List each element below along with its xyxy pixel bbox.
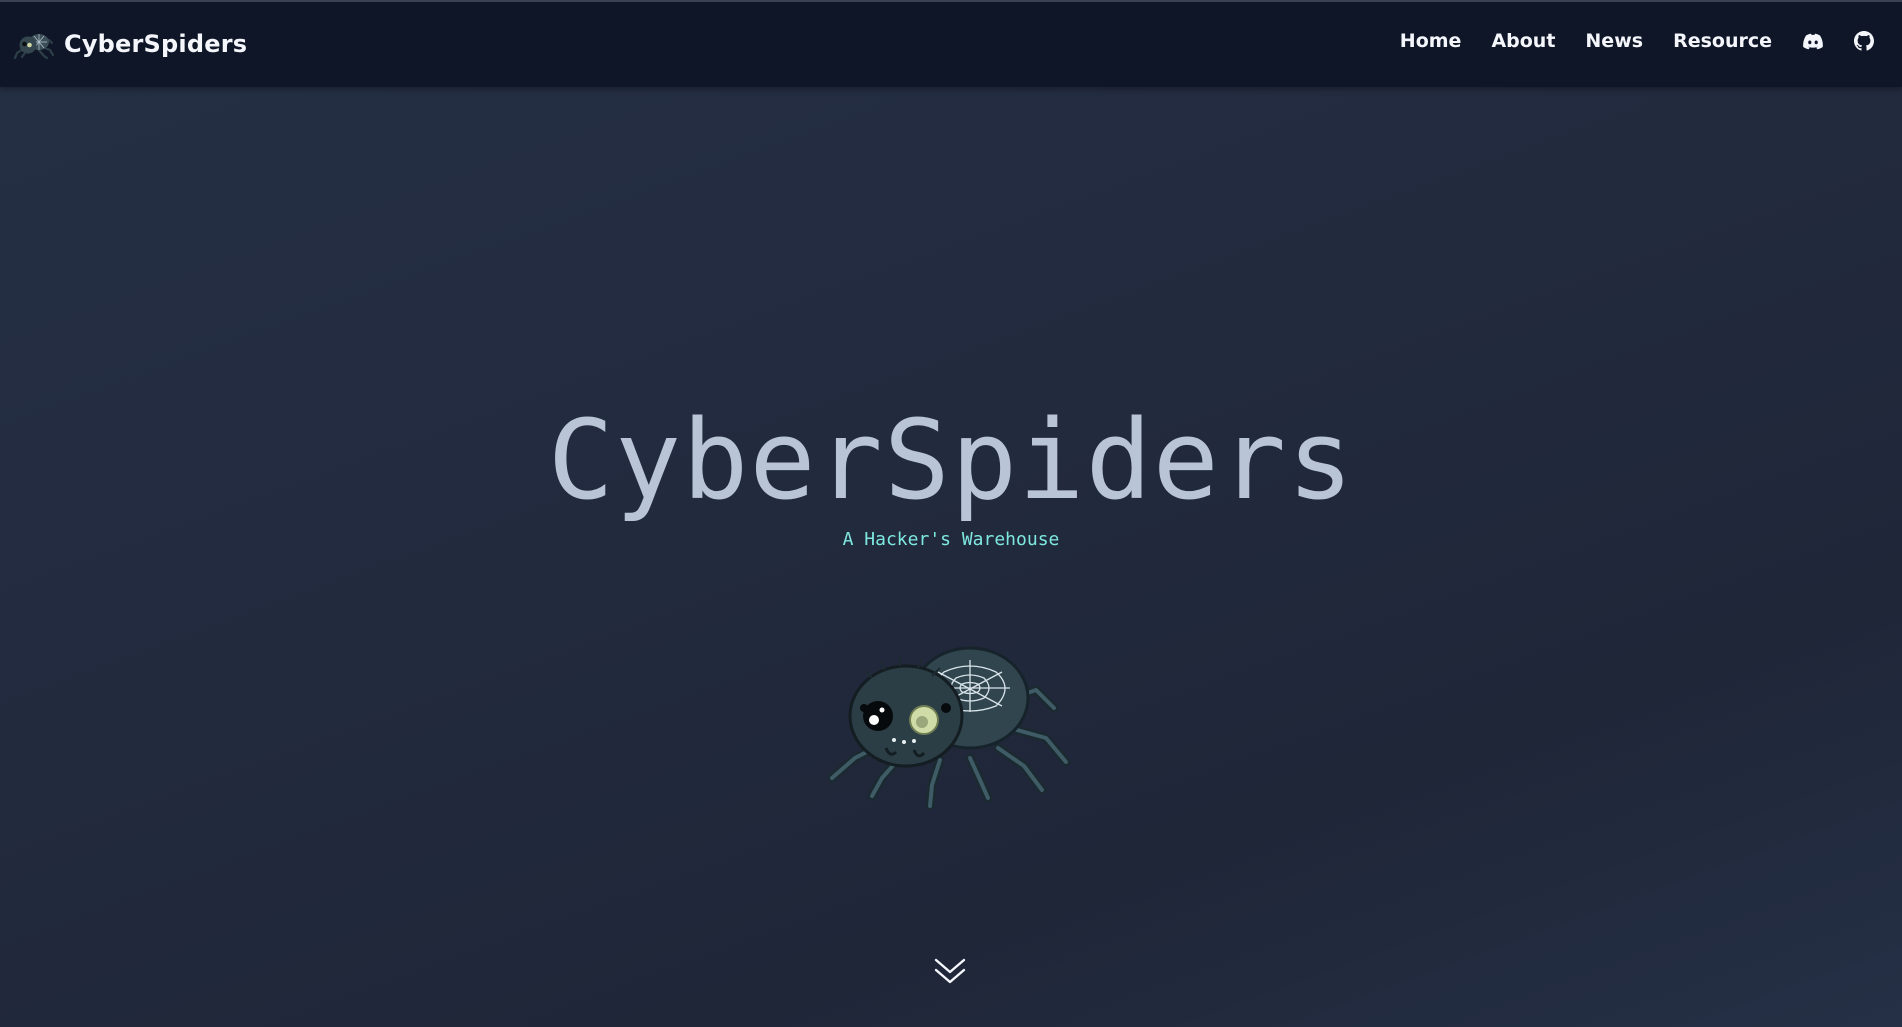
- spider-mascot-illustration: [827, 646, 1071, 810]
- nav-about[interactable]: About: [1491, 29, 1555, 53]
- page: CyberSpiders Home About News Resource Cy…: [0, 0, 1902, 1027]
- hero-title: CyberSpiders: [547, 396, 1355, 524]
- nav-resource[interactable]: Resource: [1673, 29, 1772, 53]
- spider-logo-icon: [14, 34, 54, 60]
- top-navbar: CyberSpiders Home About News Resource: [0, 0, 1902, 87]
- double-chevron-down-icon[interactable]: [930, 954, 970, 988]
- hero-subtitle: A Hacker's Warehouse: [842, 529, 1060, 550]
- main-nav: Home About News Resource: [1400, 29, 1874, 53]
- discord-icon[interactable]: [1802, 32, 1824, 50]
- github-icon[interactable]: [1854, 31, 1874, 51]
- brand-link[interactable]: CyberSpiders: [14, 28, 247, 60]
- nav-news[interactable]: News: [1585, 29, 1643, 53]
- nav-home[interactable]: Home: [1400, 29, 1462, 53]
- brand-name: CyberSpiders: [64, 30, 248, 58]
